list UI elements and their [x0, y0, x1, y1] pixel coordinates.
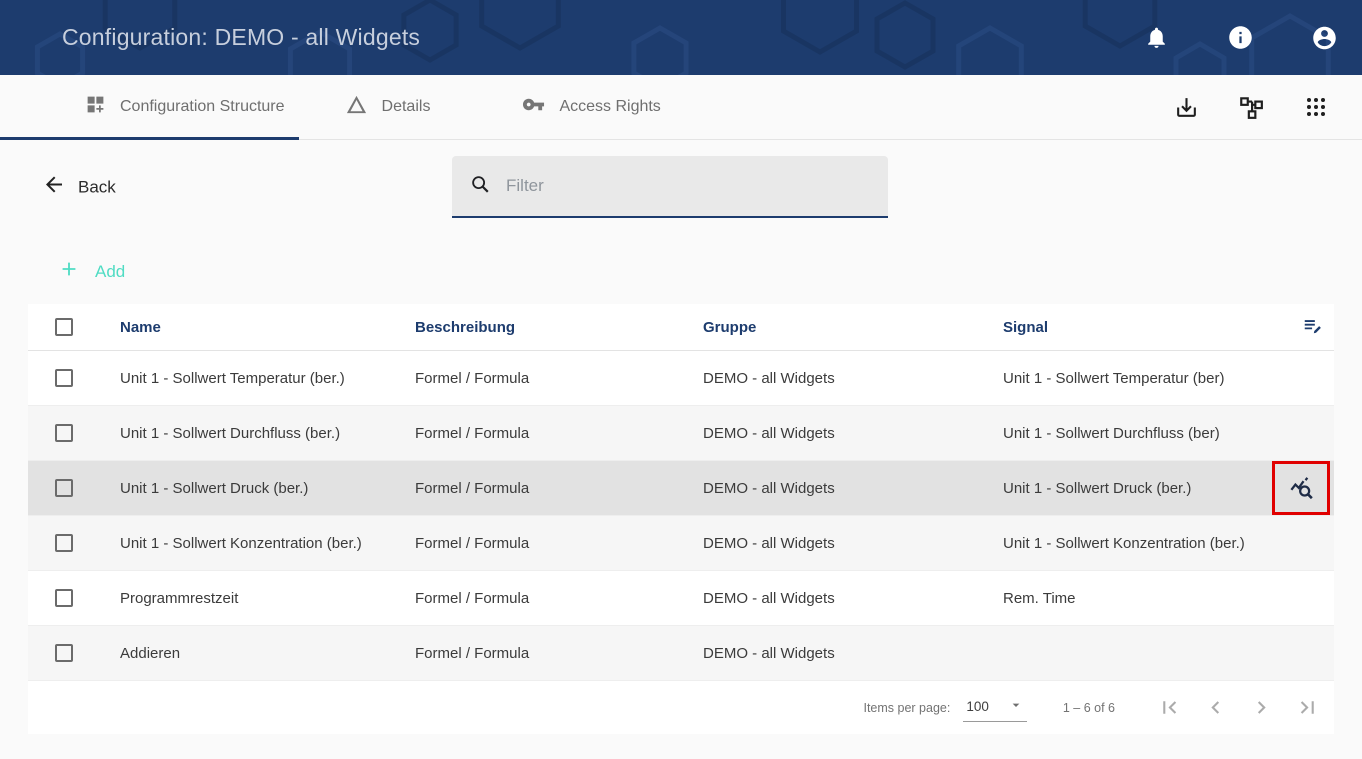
info-icon[interactable] — [1227, 24, 1254, 51]
cell-beschreibung: Formel / Formula — [415, 370, 703, 387]
cell-gruppe: DEMO - all Widgets — [703, 370, 1003, 387]
cell-signal: Unit 1 - Sollwert Druck (ber.) — [1003, 480, 1270, 497]
filter-input[interactable] — [506, 176, 871, 196]
cell-signal: Unit 1 - Sollwert Temperatur (ber) — [1003, 370, 1270, 387]
cell-name: Unit 1 - Sollwert Konzentration (ber.) — [120, 535, 415, 552]
pager-nav — [1157, 695, 1320, 720]
dashboard-customize-icon — [85, 94, 106, 120]
table-header-row: Name Beschreibung Gruppe Signal — [28, 304, 1334, 351]
items-per-page-label: Items per page: — [863, 701, 950, 715]
cell-gruppe: DEMO - all Widgets — [703, 480, 1003, 497]
notifications-icon[interactable] — [1143, 24, 1170, 51]
row-checkbox[interactable] — [55, 424, 73, 442]
first-page-icon[interactable] — [1157, 695, 1182, 720]
table-row[interactable]: Programmrestzeit Formel / Formula DEMO -… — [28, 571, 1334, 626]
cell-signal: Unit 1 - Sollwert Konzentration (ber.) — [1003, 535, 1270, 552]
previous-page-icon[interactable] — [1203, 695, 1228, 720]
cell-name: Addieren — [120, 645, 415, 662]
signals-table: Name Beschreibung Gruppe Signal Unit 1 -… — [28, 304, 1334, 734]
cell-name: Unit 1 - Sollwert Durchfluss (ber.) — [120, 425, 415, 442]
toolbar-row: Back — [0, 156, 1362, 218]
table-row-highlighted[interactable]: Unit 1 - Sollwert Druck (ber.) Formel / … — [28, 461, 1334, 516]
items-per-page-select[interactable]: 100 — [963, 694, 1027, 722]
paginator: Items per page: 100 1 – 6 of 6 — [28, 681, 1334, 734]
annotation-highlight-box — [1272, 461, 1330, 515]
cell-name: Unit 1 - Sollwert Druck (ber.) — [120, 480, 415, 497]
cell-beschreibung: Formel / Formula — [415, 480, 703, 497]
plus-icon — [58, 258, 80, 285]
tabbar-actions — [1173, 75, 1362, 139]
range-label: 1 – 6 of 6 — [1063, 701, 1115, 715]
cell-gruppe: DEMO - all Widgets — [703, 645, 1003, 662]
edit-columns-icon[interactable] — [1302, 316, 1330, 338]
cell-signal: Unit 1 - Sollwert Durchfluss (ber) — [1003, 425, 1270, 442]
row-checkbox[interactable] — [55, 589, 73, 607]
search-icon — [469, 173, 491, 200]
row-checkbox[interactable] — [55, 479, 73, 497]
filter-field — [452, 156, 888, 218]
items-per-page-value: 100 — [966, 699, 989, 714]
select-all-checkbox[interactable] — [55, 318, 73, 336]
apps-grid-icon[interactable] — [1303, 94, 1329, 120]
tab-label: Configuration Structure — [120, 98, 285, 116]
cell-beschreibung: Formel / Formula — [415, 535, 703, 552]
table-row[interactable]: Unit 1 - Sollwert Temperatur (ber.) Form… — [28, 351, 1334, 406]
chevron-down-icon — [1008, 697, 1024, 716]
tab-bar: Configuration Structure Details Access R… — [0, 75, 1362, 140]
cell-beschreibung: Formel / Formula — [415, 645, 703, 662]
add-label: Add — [95, 262, 125, 282]
cell-gruppe: DEMO - all Widgets — [703, 535, 1003, 552]
column-header-beschreibung: Beschreibung — [415, 319, 703, 336]
cell-gruppe: DEMO - all Widgets — [703, 590, 1003, 607]
cell-name: Programmrestzeit — [120, 590, 415, 607]
cell-name: Unit 1 - Sollwert Temperatur (ber.) — [120, 370, 415, 387]
back-button[interactable]: Back — [42, 173, 116, 202]
column-header-gruppe: Gruppe — [703, 319, 1003, 336]
cell-signal: Rem. Time — [1003, 590, 1270, 607]
tab-access-rights[interactable]: Access Rights — [476, 75, 706, 139]
account-circle-icon[interactable] — [1311, 24, 1338, 51]
table-row[interactable]: Unit 1 - Sollwert Durchfluss (ber.) Form… — [28, 406, 1334, 461]
tree-structure-icon[interactable] — [1238, 94, 1264, 120]
table-row[interactable]: Addieren Formel / Formula DEMO - all Wid… — [28, 626, 1334, 681]
column-header-signal: Signal — [1003, 319, 1270, 336]
app-header: Configuration: DEMO - all Widgets — [0, 0, 1362, 75]
download-icon[interactable] — [1173, 94, 1199, 120]
column-header-name: Name — [120, 319, 415, 336]
tab-configuration-structure[interactable]: Configuration Structure — [0, 75, 299, 139]
tab-label: Access Rights — [559, 98, 660, 116]
header-icons — [1143, 24, 1338, 51]
tab-label: Details — [382, 98, 431, 116]
row-checkbox[interactable] — [55, 369, 73, 387]
add-button[interactable]: Add — [58, 258, 125, 285]
last-page-icon[interactable] — [1295, 695, 1320, 720]
back-label: Back — [78, 177, 116, 197]
page-title: Configuration: DEMO - all Widgets — [62, 24, 420, 51]
query-stats-icon[interactable] — [1288, 475, 1315, 502]
tab-details[interactable]: Details — [299, 75, 477, 139]
row-checkbox[interactable] — [55, 644, 73, 662]
cell-beschreibung: Formel / Formula — [415, 425, 703, 442]
key-icon — [522, 93, 545, 121]
main-content: Back Add Name Beschreibung Gruppe Signal — [0, 156, 1362, 734]
cell-beschreibung: Formel / Formula — [415, 590, 703, 607]
back-arrow-icon — [42, 173, 66, 202]
warning-triangle-icon — [345, 93, 368, 121]
next-page-icon[interactable] — [1249, 695, 1274, 720]
cell-gruppe: DEMO - all Widgets — [703, 425, 1003, 442]
table-row[interactable]: Unit 1 - Sollwert Konzentration (ber.) F… — [28, 516, 1334, 571]
row-checkbox[interactable] — [55, 534, 73, 552]
